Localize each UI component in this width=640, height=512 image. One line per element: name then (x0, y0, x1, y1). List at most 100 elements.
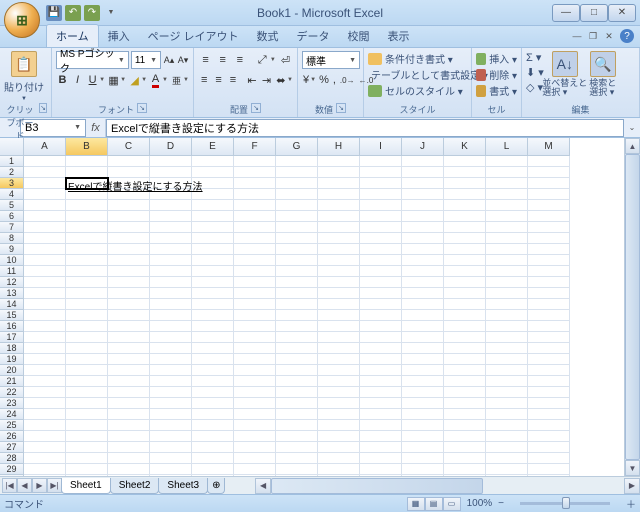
cell-L3[interactable] (486, 178, 528, 189)
scroll-right-button[interactable]: ▶ (624, 478, 640, 494)
cell-F8[interactable] (234, 233, 276, 244)
undo-icon[interactable]: ↶ (65, 5, 81, 21)
font-size-combo[interactable]: 11▼ (131, 51, 161, 69)
cell-L25[interactable] (486, 420, 528, 431)
autosum-button[interactable]: Σ ▾ (526, 51, 544, 64)
cell-F16[interactable] (234, 321, 276, 332)
cell-F4[interactable] (234, 189, 276, 200)
cell-L17[interactable] (486, 332, 528, 343)
cell-H9[interactable] (318, 244, 360, 255)
tab-data[interactable]: データ (288, 25, 339, 47)
cell-C1[interactable] (108, 156, 150, 167)
cell-L15[interactable] (486, 310, 528, 321)
cell-F29[interactable] (234, 464, 276, 475)
row-header-16[interactable]: 16 (0, 321, 24, 332)
cell-I27[interactable] (360, 442, 402, 453)
row-header-22[interactable]: 22 (0, 387, 24, 398)
cell-L9[interactable] (486, 244, 528, 255)
cell-A10[interactable] (24, 255, 66, 266)
mdi-minimize-button[interactable]: — (570, 30, 584, 42)
cell-A6[interactable] (24, 211, 66, 222)
cell-G14[interactable] (276, 299, 318, 310)
cell-K3[interactable] (444, 178, 486, 189)
cell-D5[interactable] (150, 200, 192, 211)
cell-K11[interactable] (444, 266, 486, 277)
cells-area[interactable]: Excelで縦書き設定にする方法 (24, 156, 624, 476)
cell-L7[interactable] (486, 222, 528, 233)
cell-D6[interactable] (150, 211, 192, 222)
cell-E28[interactable] (192, 453, 234, 464)
cell-I19[interactable] (360, 354, 402, 365)
align-top-button[interactable]: ≡ (198, 51, 213, 69)
cell-M13[interactable] (528, 288, 570, 299)
cell-A7[interactable] (24, 222, 66, 233)
indent-inc-button[interactable]: ⇥ (260, 71, 272, 89)
cell-A25[interactable] (24, 420, 66, 431)
cell-M3[interactable] (528, 178, 570, 189)
new-sheet-button[interactable]: ⊕ (207, 478, 225, 494)
cell-F14[interactable] (234, 299, 276, 310)
cell-G26[interactable] (276, 431, 318, 442)
cell-H11[interactable] (318, 266, 360, 277)
cell-H3[interactable] (318, 178, 360, 189)
cell-J25[interactable] (402, 420, 444, 431)
cell-H29[interactable] (318, 464, 360, 475)
cell-M22[interactable] (528, 387, 570, 398)
cell-J10[interactable] (402, 255, 444, 266)
cell-M18[interactable] (528, 343, 570, 354)
cell-B26[interactable] (66, 431, 108, 442)
cell-L4[interactable] (486, 189, 528, 200)
row-header-10[interactable]: 10 (0, 255, 24, 266)
cell-J13[interactable] (402, 288, 444, 299)
cell-I1[interactable] (360, 156, 402, 167)
cell-M30[interactable] (528, 475, 570, 476)
cell-J5[interactable] (402, 200, 444, 211)
cell-I13[interactable] (360, 288, 402, 299)
cell-K21[interactable] (444, 376, 486, 387)
cell-G23[interactable] (276, 398, 318, 409)
col-header-C[interactable]: C (108, 138, 150, 156)
cell-K4[interactable] (444, 189, 486, 200)
cell-H26[interactable] (318, 431, 360, 442)
cell-M29[interactable] (528, 464, 570, 475)
row-header-25[interactable]: 25 (0, 420, 24, 431)
cell-D28[interactable] (150, 453, 192, 464)
cell-D18[interactable] (150, 343, 192, 354)
cell-G6[interactable] (276, 211, 318, 222)
cell-I23[interactable] (360, 398, 402, 409)
cell-E27[interactable] (192, 442, 234, 453)
cell-F27[interactable] (234, 442, 276, 453)
vscroll-thumb[interactable] (625, 154, 640, 460)
cell-G24[interactable] (276, 409, 318, 420)
cell-D27[interactable] (150, 442, 192, 453)
cell-B12[interactable] (66, 277, 108, 288)
cell-C19[interactable] (108, 354, 150, 365)
cell-F20[interactable] (234, 365, 276, 376)
cell-G18[interactable] (276, 343, 318, 354)
cell-B10[interactable] (66, 255, 108, 266)
cell-B2[interactable] (66, 167, 108, 178)
delete-cells-button[interactable]: 削除 ▾ (476, 67, 517, 82)
sheet-tab-2[interactable]: Sheet2 (110, 478, 160, 494)
cell-A4[interactable] (24, 189, 66, 200)
cell-I18[interactable] (360, 343, 402, 354)
cell-L10[interactable] (486, 255, 528, 266)
cell-D20[interactable] (150, 365, 192, 376)
cell-J22[interactable] (402, 387, 444, 398)
cell-D9[interactable] (150, 244, 192, 255)
cell-F6[interactable] (234, 211, 276, 222)
cell-C20[interactable] (108, 365, 150, 376)
cell-I7[interactable] (360, 222, 402, 233)
cell-M23[interactable] (528, 398, 570, 409)
cell-J7[interactable] (402, 222, 444, 233)
cell-A11[interactable] (24, 266, 66, 277)
cell-C7[interactable] (108, 222, 150, 233)
cell-A23[interactable] (24, 398, 66, 409)
cell-F22[interactable] (234, 387, 276, 398)
format-as-table-button[interactable]: テーブルとして書式設定 ▾ (368, 67, 467, 82)
tab-review[interactable]: 校閲 (339, 25, 379, 47)
cell-J24[interactable] (402, 409, 444, 420)
cell-C22[interactable] (108, 387, 150, 398)
cell-F1[interactable] (234, 156, 276, 167)
cell-E20[interactable] (192, 365, 234, 376)
